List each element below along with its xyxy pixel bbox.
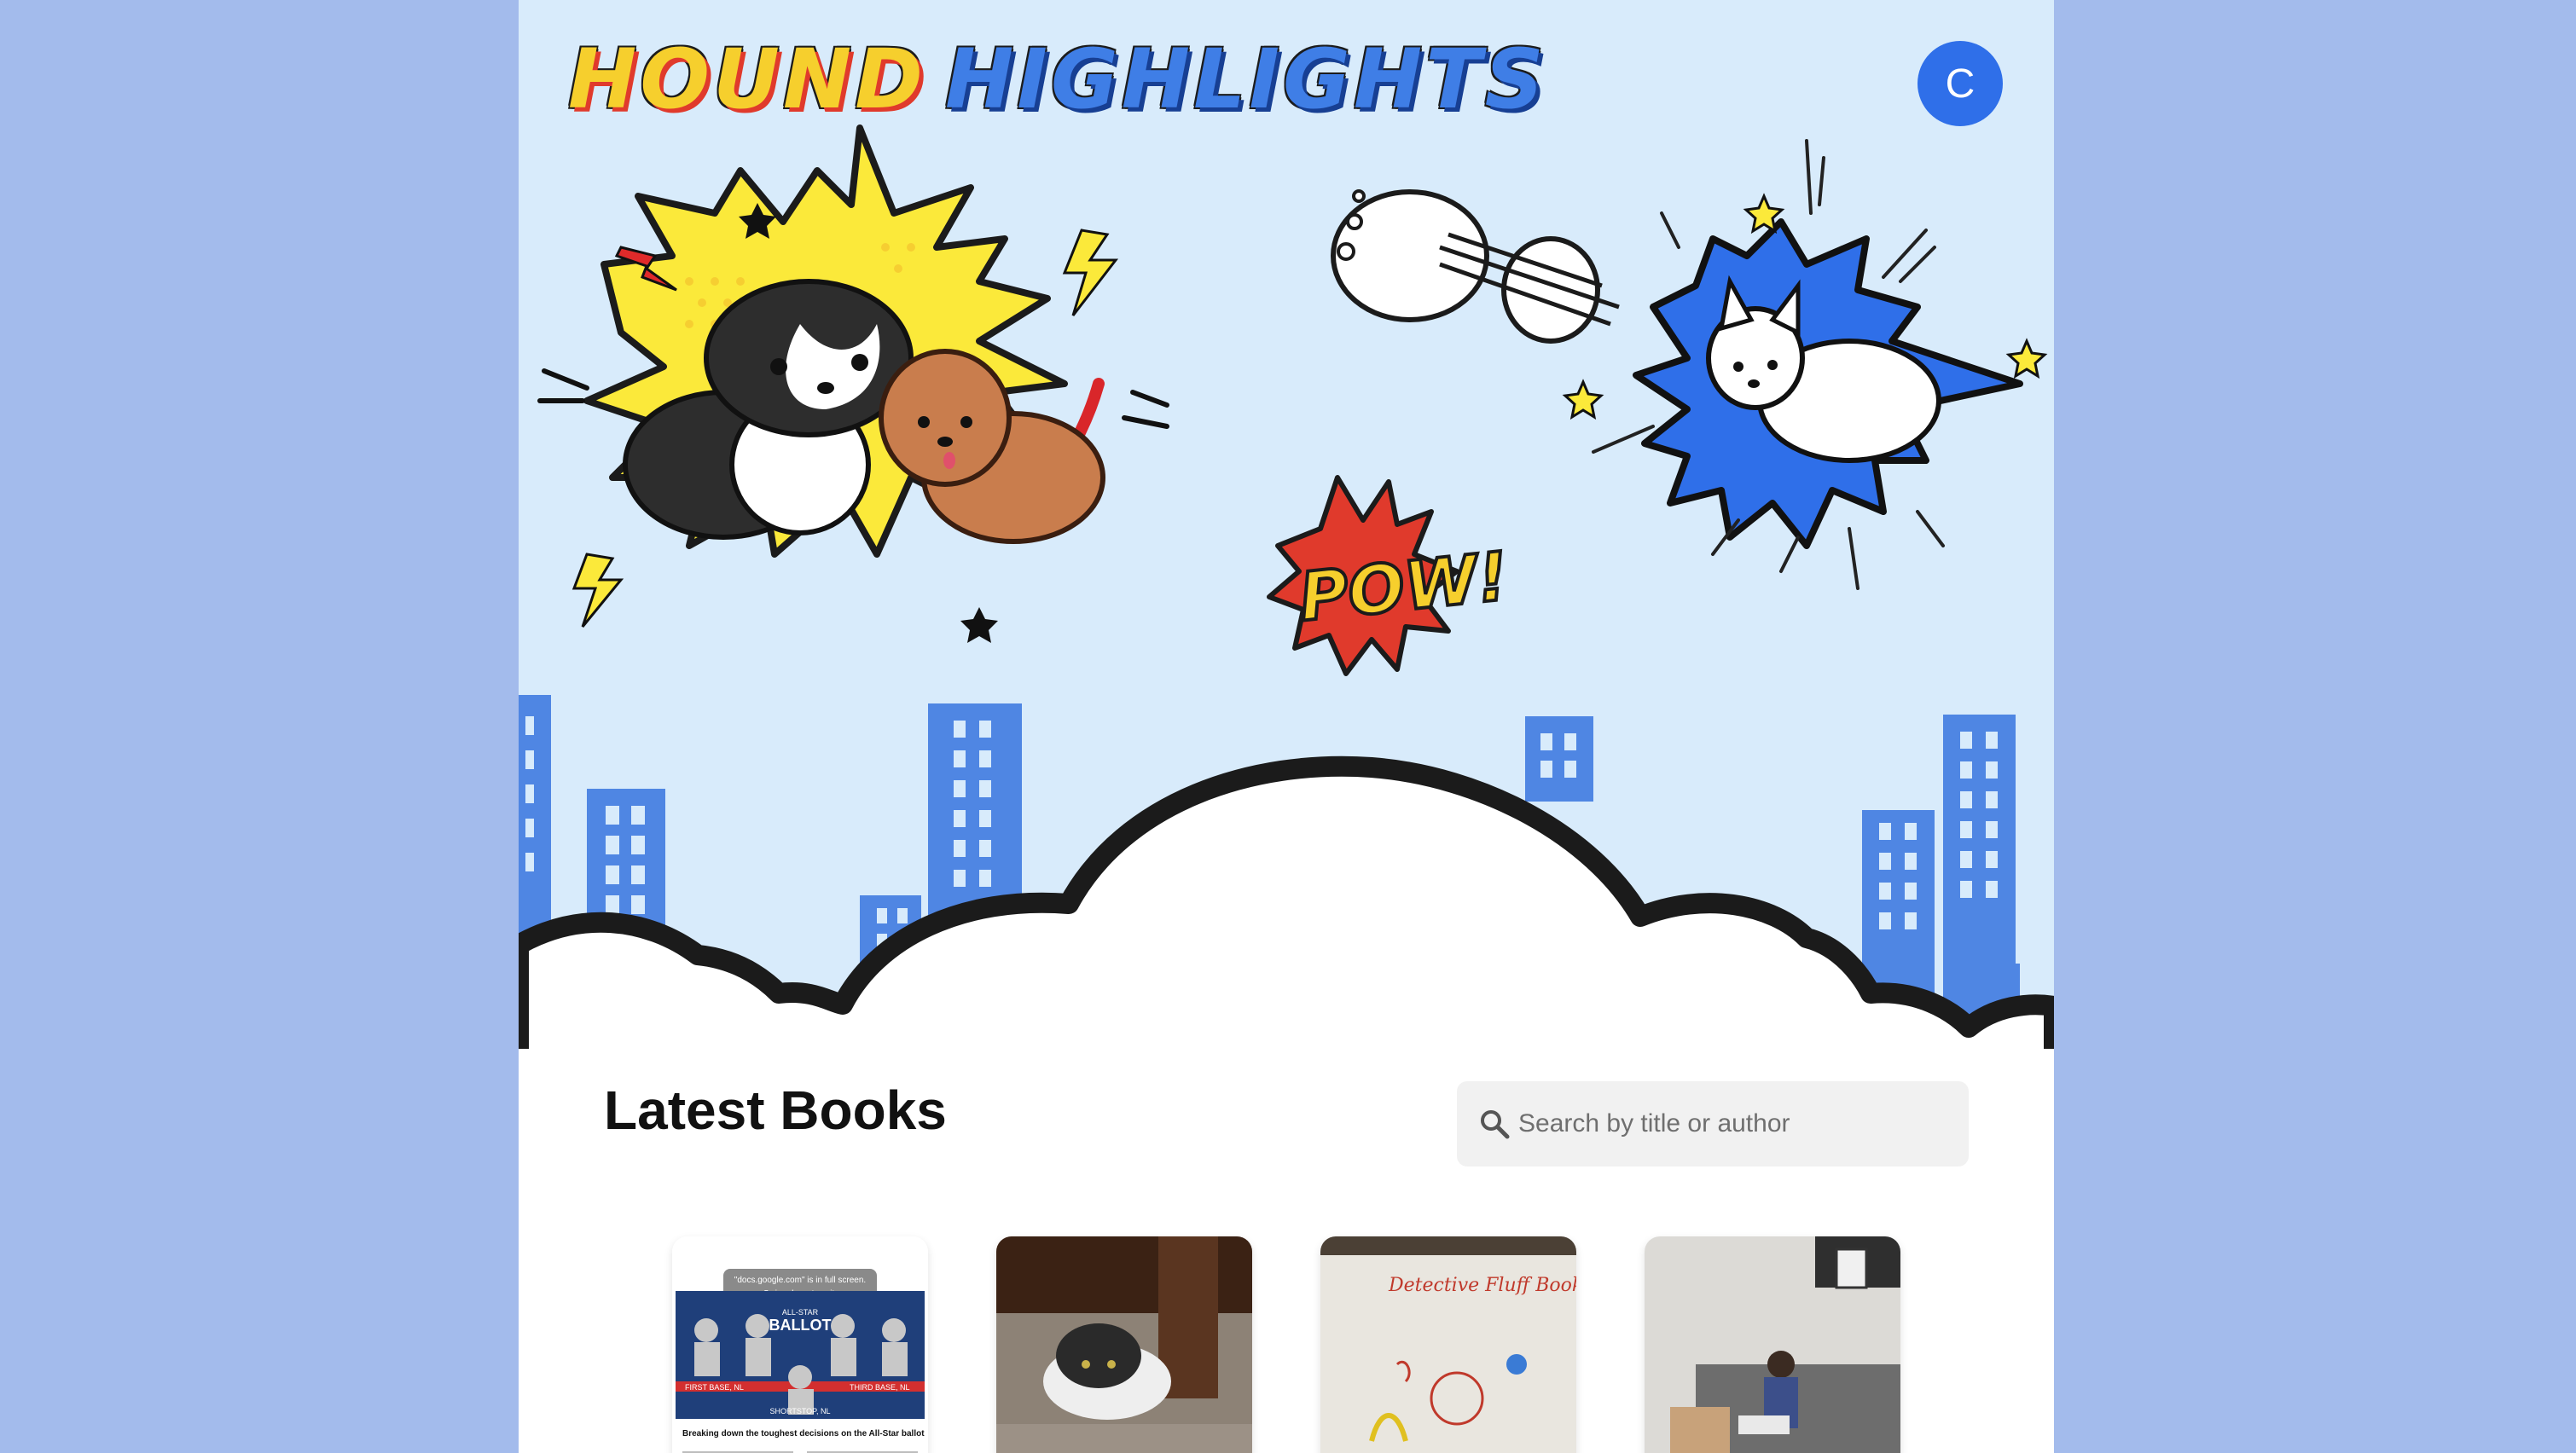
svg-text:"docs.google.com" is in full s: "docs.google.com" is in full screen. bbox=[734, 1276, 866, 1285]
hero-banner: POW! HOUND HIGHLIGHTS C bbox=[519, 0, 2054, 1066]
search-bar[interactable] bbox=[1457, 1081, 1969, 1166]
svg-text:Breaking down the toughest dec: Breaking down the toughest decisions on … bbox=[682, 1429, 925, 1439]
brown-poodle bbox=[879, 349, 1105, 544]
svg-text:FIRST BASE, NL: FIRST BASE, NL bbox=[685, 1383, 744, 1392]
logo-word-highlights: HIGHLIGHTS bbox=[944, 32, 1547, 127]
svg-text:ALL-STAR: ALL-STAR bbox=[782, 1308, 819, 1317]
search-icon bbox=[1481, 1110, 1510, 1139]
book-card[interactable]: "docs.google.com" is in full screen. Swi… bbox=[672, 1236, 928, 1453]
book-cover-image bbox=[996, 1236, 1252, 1453]
svg-text:Detective Fluff Book: Detective Fluff Book bbox=[1388, 1275, 1576, 1296]
logo-word-hound: HOUND bbox=[568, 32, 926, 127]
svg-text:SHORTSTOP, NL: SHORTSTOP, NL bbox=[769, 1407, 830, 1415]
hero-illustration: POW! bbox=[519, 124, 2054, 1066]
user-avatar[interactable]: C bbox=[1917, 41, 2003, 126]
smoke-puffs bbox=[1331, 189, 1600, 344]
svg-text:BALLOT: BALLOT bbox=[769, 1317, 832, 1334]
book-cover-image: "docs.google.com" is in full screen. Swi… bbox=[672, 1236, 928, 1453]
site-logo[interactable]: HOUND HIGHLIGHTS bbox=[568, 32, 1547, 126]
book-card[interactable]: Detective Fluff Book bbox=[1320, 1236, 1576, 1453]
book-card[interactable] bbox=[996, 1236, 1252, 1453]
book-card[interactable] bbox=[1645, 1236, 1900, 1453]
cloud-shape bbox=[519, 755, 2054, 1066]
search-input[interactable] bbox=[1517, 1109, 1964, 1139]
latest-books-title: Latest Books bbox=[604, 1080, 947, 1141]
book-cover-image: Detective Fluff Book bbox=[1320, 1236, 1576, 1453]
book-cover-image bbox=[1645, 1236, 1900, 1453]
app-page: POW! HOUND HIGHLIGHTS C Latest Books Sea… bbox=[519, 0, 2054, 1453]
svg-text:THIRD BASE, NL: THIRD BASE, NL bbox=[850, 1383, 910, 1392]
